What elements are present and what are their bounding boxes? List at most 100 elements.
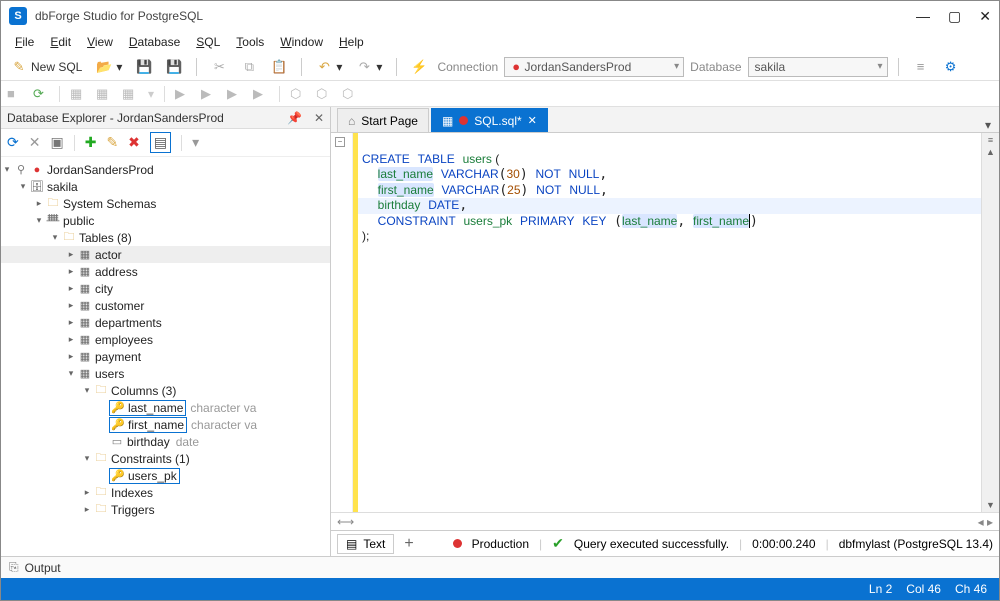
maximize-button[interactable]: ▢: [948, 8, 961, 25]
table-node[interactable]: city: [93, 282, 115, 296]
database-combo[interactable]: sakila: [748, 57, 888, 77]
table-node[interactable]: payment: [93, 350, 143, 364]
new-object-icon[interactable]: ✚: [85, 134, 97, 151]
code-area: − CREATE TABLE users ( last_name VARCHAR…: [331, 133, 999, 512]
save-all-icon: 💾: [166, 59, 182, 75]
folder-icon: 🗀: [93, 500, 109, 519]
status-bar: Ln 2 Col 46 Ch 46: [1, 578, 999, 600]
table-icon: ▦: [77, 350, 93, 363]
tab-sql[interactable]: ▦SQL.sql*✕: [431, 108, 548, 132]
menu-help[interactable]: Help: [333, 33, 370, 51]
success-icon: ✔: [552, 535, 564, 552]
menu-view[interactable]: View: [81, 33, 119, 51]
menu-window[interactable]: Window: [274, 33, 329, 51]
table-node[interactable]: address: [93, 265, 140, 279]
redo-button[interactable]: ↷▾: [352, 57, 386, 77]
scroll-down-icon[interactable]: ▼: [986, 500, 995, 510]
indexes-folder-node[interactable]: Indexes: [109, 486, 155, 500]
output-panel-button[interactable]: ⎘ Output: [1, 556, 999, 578]
constraints-folder-node[interactable]: Constraints (1): [109, 452, 192, 466]
run4-icon: ▶: [253, 86, 269, 102]
delete-object-icon[interactable]: ✖: [128, 134, 140, 151]
menu-file[interactable]: File: [9, 33, 40, 51]
table-node-users[interactable]: users: [93, 367, 126, 381]
status-ch: Ch 46: [955, 582, 987, 596]
public-schema-node[interactable]: public: [61, 214, 96, 228]
pin-icon[interactable]: 📌: [287, 111, 302, 125]
text-view-icon: ▤: [346, 537, 357, 551]
key-column-icon: 🔑: [110, 418, 126, 431]
undo-button[interactable]: ↶▾: [312, 57, 346, 77]
column-node[interactable]: first_name: [126, 418, 186, 432]
fold-icon[interactable]: −: [335, 137, 345, 147]
tab-close-icon[interactable]: ✕: [528, 114, 537, 127]
status-col: Col 46: [906, 582, 941, 596]
table-icon: ▦: [77, 265, 93, 278]
run3-icon: ▶: [227, 86, 243, 102]
disconnect-icon[interactable]: ✕: [29, 134, 41, 151]
tab-start-page[interactable]: ⌂Start Page: [337, 108, 429, 132]
undo-icon: ↶: [316, 59, 332, 75]
code-editor[interactable]: CREATE TABLE users ( last_name VARCHAR(3…: [358, 133, 981, 512]
minimize-button[interactable]: —: [916, 8, 930, 25]
scroll-split-icon[interactable]: ≡: [988, 135, 993, 145]
system-schemas-node[interactable]: System Schemas: [61, 197, 158, 211]
close-button[interactable]: ✕: [979, 8, 991, 25]
vertical-scrollbar[interactable]: ≡ ▲ ▼: [981, 133, 999, 512]
edit-object-icon[interactable]: ✎: [106, 134, 118, 151]
explorer-title: Database Explorer - JordanSandersProd: [7, 111, 224, 125]
open-button[interactable]: 📂▾: [92, 57, 126, 77]
paste-icon: 📋: [271, 59, 287, 75]
copy-button[interactable]: ⧉: [237, 57, 261, 77]
cut-button[interactable]: ✂: [207, 57, 231, 77]
show-details-icon[interactable]: ▤: [150, 132, 171, 153]
server-node[interactable]: JordanSandersProd: [45, 163, 156, 177]
schema-icon: ᚙ: [45, 214, 61, 227]
new-connection-button[interactable]: ⚡: [407, 57, 431, 77]
settings-button[interactable]: ⚙: [939, 57, 963, 77]
explorer-header: Database Explorer - JordanSandersProd 📌 …: [1, 107, 330, 129]
code-gutter[interactable]: −: [331, 133, 353, 512]
view-mode-text[interactable]: ▤Text: [337, 534, 394, 554]
database-explorer-panel: Database Explorer - JordanSandersProd 📌 …: [1, 107, 331, 556]
table-node[interactable]: actor: [93, 248, 124, 262]
menu-edit[interactable]: Edit: [44, 33, 77, 51]
tables-folder-node[interactable]: Tables (8): [77, 231, 134, 245]
server-dot-icon: ●: [511, 59, 521, 75]
format-button[interactable]: ≡: [909, 57, 933, 77]
table-node[interactable]: customer: [93, 299, 146, 313]
menu-database[interactable]: Database: [123, 33, 186, 51]
triggers-folder-node[interactable]: Triggers: [109, 503, 157, 517]
editor-split-bar[interactable]: ⟷◂ ▸: [331, 512, 999, 530]
env-dot-icon: [453, 539, 462, 548]
paste-button[interactable]: 📋: [267, 57, 291, 77]
server-status-icon: ●: [29, 164, 45, 176]
app-title: dbForge Studio for PostgreSQL: [35, 9, 203, 23]
menu-tools[interactable]: Tools: [230, 33, 270, 51]
menu-sql[interactable]: SQL: [190, 33, 226, 51]
collapse-icon[interactable]: ▣: [50, 134, 63, 151]
table-node[interactable]: departments: [93, 316, 164, 330]
debug2-icon: ⬡: [316, 86, 332, 102]
columns-folder-node[interactable]: Columns (3): [109, 384, 178, 398]
new-sql-button[interactable]: ✎New SQL: [7, 57, 86, 77]
connection-combo[interactable]: ● JordanSandersProd: [504, 57, 684, 77]
explorer-toolbar: ⟳ ✕ ▣ ✚ ✎ ✖ ▤ ▾: [1, 129, 330, 157]
save-all-button[interactable]: 💾: [162, 57, 186, 77]
save-button[interactable]: 💾: [132, 57, 156, 77]
database-node[interactable]: sakila: [45, 180, 80, 194]
constraint-node[interactable]: users_pk: [126, 469, 179, 483]
explorer-tree[interactable]: ▾⚲●JordanSandersProd ▾🗄sakila ▸🗀System S…: [1, 157, 330, 556]
filter-icon[interactable]: ▾: [192, 134, 199, 151]
refresh-connection-icon[interactable]: ⟳: [7, 134, 19, 151]
column-node[interactable]: last_name: [126, 401, 185, 415]
scroll-up-icon[interactable]: ▲: [986, 147, 995, 157]
table-icon: ▦: [77, 367, 93, 380]
tabs-overflow-icon[interactable]: ▾: [985, 118, 991, 132]
add-view-button[interactable]: +: [404, 535, 413, 553]
column-node[interactable]: birthday: [125, 435, 172, 449]
table-node[interactable]: employees: [93, 333, 155, 347]
table-icon: ▦: [77, 248, 93, 261]
panel-close-icon[interactable]: ✕: [314, 111, 324, 125]
env-label: Production: [472, 537, 529, 551]
